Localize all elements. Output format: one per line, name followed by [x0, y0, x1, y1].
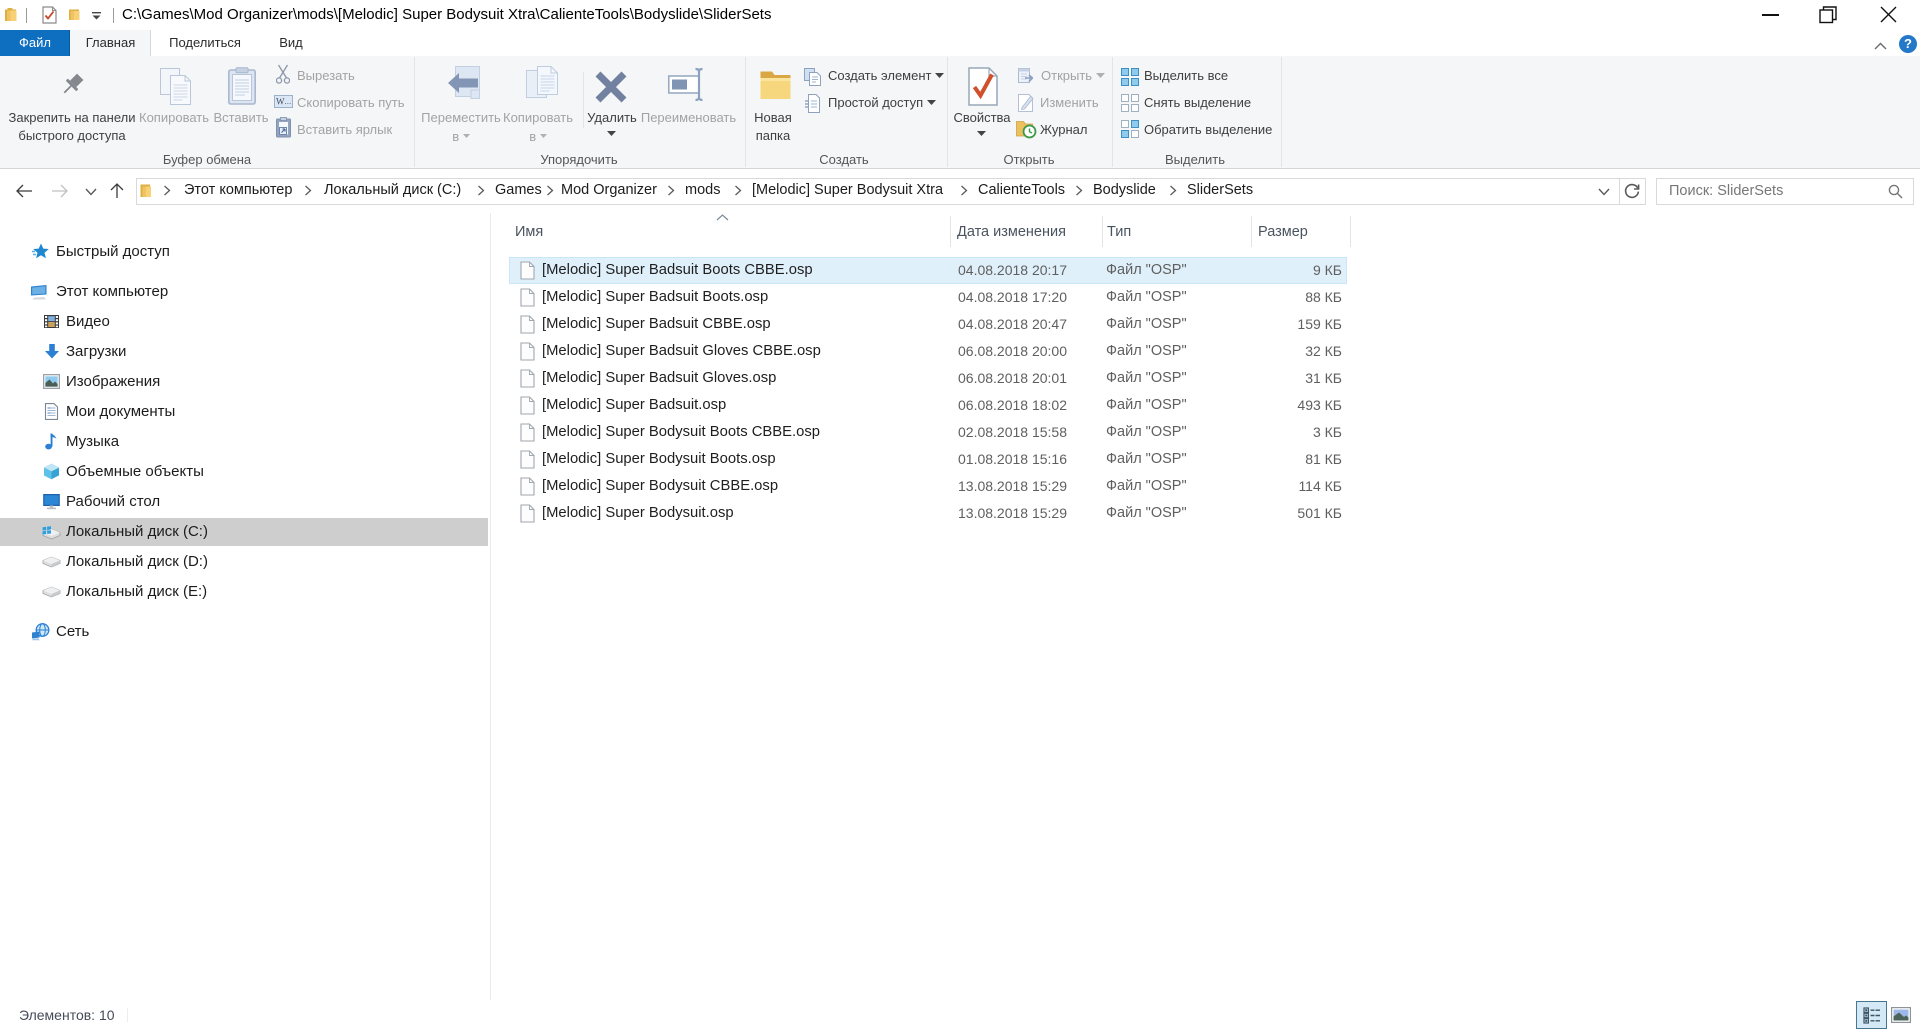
svg-text:...: ... — [285, 97, 292, 106]
